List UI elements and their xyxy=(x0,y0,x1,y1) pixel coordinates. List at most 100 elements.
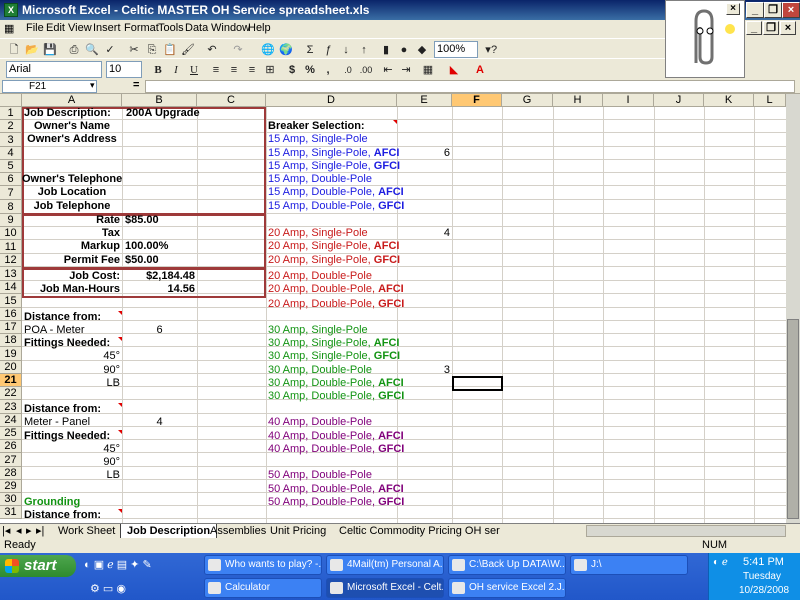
cell-d10[interactable]: 20 Amp, Single-Pole xyxy=(268,227,368,240)
column-header-f[interactable]: F xyxy=(452,94,502,107)
cell-d25[interactable]: 40 Amp, Double-Pole, AFCI xyxy=(268,430,404,443)
font-color-icon[interactable]: A xyxy=(472,62,488,78)
column-header-j[interactable]: J xyxy=(654,94,704,107)
formula-equals[interactable]: = xyxy=(133,79,139,91)
cell-a14[interactable]: Job Man-Hours xyxy=(22,283,120,296)
row-header-8[interactable]: 8 xyxy=(0,200,22,214)
cell-d3[interactable]: 15 Amp, Single-Pole xyxy=(268,133,368,146)
italic-icon[interactable]: I xyxy=(168,62,184,78)
task-microsoft-excel[interactable]: Microsoft Excel - Celt... xyxy=(326,578,444,598)
decrease-indent-icon[interactable]: ⇤ xyxy=(380,62,396,78)
paste-icon[interactable]: 📋 xyxy=(162,42,178,58)
open-icon[interactable]: 📂 xyxy=(24,42,40,58)
row-header-28[interactable]: 28 xyxy=(0,467,22,480)
new-icon[interactable]: 🗋 xyxy=(6,42,22,58)
menu-tools[interactable]: Tools xyxy=(158,22,184,34)
sort-descending-icon[interactable]: ↑ xyxy=(356,42,372,58)
cell-a3[interactable]: Owner's Address xyxy=(22,133,122,146)
row-header-18[interactable]: 18 xyxy=(0,334,22,347)
chart-wizard-icon[interactable]: ▮ xyxy=(378,42,394,58)
name-box-dropdown-icon[interactable]: ▾ xyxy=(90,80,95,91)
spreadsheet-grid[interactable]: A B C D E F G H I J K L 1 2 3 4 5 6 7 8 9 10 11 12 1… xyxy=(0,94,786,523)
row-header-4[interactable]: 4 xyxy=(0,147,22,160)
menu-insert[interactable]: Insert xyxy=(93,22,121,34)
currency-icon[interactable]: $ xyxy=(284,62,300,78)
cell-e10[interactable]: 4 xyxy=(397,227,450,240)
cell-d6[interactable]: 15 Amp, Double-Pole xyxy=(268,173,372,186)
comment-indicator[interactable] xyxy=(118,509,122,513)
percent-icon[interactable]: % xyxy=(302,62,318,78)
horizontal-scrollbar[interactable] xyxy=(586,525,786,537)
cell-a8[interactable]: Job Telephone xyxy=(22,200,122,213)
cell-d12[interactable]: 20 Amp, Single-Pole, GFCI xyxy=(268,254,400,267)
row-header-14[interactable]: 14 xyxy=(0,281,22,294)
row-header-22[interactable]: 22 xyxy=(0,387,22,400)
row-header-26[interactable]: 26 xyxy=(0,440,22,453)
cell-a2[interactable]: Owner's Name xyxy=(22,120,122,133)
select-all-corner[interactable] xyxy=(0,94,22,107)
workbook-minimize-button[interactable]: _ xyxy=(746,21,762,35)
print-preview-icon[interactable]: 🔍 xyxy=(84,42,100,58)
align-center-icon[interactable]: ≡ xyxy=(226,62,242,78)
active-cell-f21[interactable] xyxy=(452,376,503,391)
cell-d2[interactable]: Breaker Selection: xyxy=(268,120,365,133)
row-header-5[interactable]: 5 xyxy=(0,160,22,173)
undo-icon[interactable]: ↶ xyxy=(204,42,220,58)
row-header-15[interactable]: 15 xyxy=(0,294,22,308)
row-header-19[interactable]: 19 xyxy=(0,347,22,361)
column-header-k[interactable]: K xyxy=(704,94,754,107)
cell-a20[interactable]: 90° xyxy=(22,364,120,377)
map-icon[interactable]: ● xyxy=(396,42,412,58)
cell-d22[interactable]: 30 Amp, Double-Pole, GFCI xyxy=(268,390,404,403)
next-sheet-icon[interactable]: ▸ xyxy=(26,524,32,537)
row-header-24[interactable]: 24 xyxy=(0,414,22,427)
column-header-g[interactable]: G xyxy=(502,94,553,107)
close-button[interactable]: × xyxy=(782,2,800,18)
sort-ascending-icon[interactable]: ↓ xyxy=(338,42,354,58)
function-icon[interactable]: ƒ xyxy=(320,42,336,58)
cell-a9[interactable]: Rate xyxy=(22,214,120,227)
cell-b13[interactable]: $2,184.48 xyxy=(122,270,195,283)
tab-job-description[interactable]: Job Description xyxy=(120,524,218,538)
task-who-wants-to-play[interactable]: Who wants to play? -... xyxy=(204,555,322,575)
workbook-close-button[interactable]: × xyxy=(780,21,796,35)
cell-b9[interactable]: $85.00 xyxy=(125,214,159,227)
row-header-7[interactable]: 7 xyxy=(0,186,22,200)
row-header-10[interactable]: 10 xyxy=(0,227,22,240)
cell-d14[interactable]: 20 Amp, Double-Pole, AFCI xyxy=(268,283,404,296)
cell-e4[interactable]: 6 xyxy=(397,147,450,160)
row-header-17[interactable]: 17 xyxy=(0,321,22,334)
cell-d18[interactable]: 30 Amp, Single-Pole, AFCI xyxy=(268,337,399,350)
menu-data[interactable]: Data xyxy=(185,22,208,34)
menu-window[interactable]: Window xyxy=(211,22,250,34)
row-header-2[interactable]: 2 xyxy=(0,120,22,133)
row-header-9[interactable]: 9 xyxy=(0,214,22,227)
font-name-select[interactable]: Arial xyxy=(6,61,102,78)
tab-unit-pricing[interactable]: Unit Pricing xyxy=(264,524,332,538)
cell-d24[interactable]: 40 Amp, Double-Pole xyxy=(268,416,372,429)
cell-a13[interactable]: Job Cost: xyxy=(22,270,120,283)
task-4mail[interactable]: 4Mail(tm) Personal A... xyxy=(326,555,444,575)
column-header-i[interactable]: I xyxy=(603,94,654,107)
cell-a10[interactable]: Tax xyxy=(22,227,120,240)
row-header-1[interactable]: 1 xyxy=(0,107,22,120)
menu-file[interactable]: File xyxy=(26,22,44,34)
cell-d19[interactable]: 30 Amp, Single-Pole, GFCI xyxy=(268,350,400,363)
font-size-select[interactable]: 10 xyxy=(106,61,142,78)
fill-color-icon[interactable]: ◣ xyxy=(446,62,462,78)
underline-icon[interactable]: U xyxy=(186,62,202,78)
cell-a6[interactable]: Owner's Telephone xyxy=(22,173,122,186)
cell-d29[interactable]: 50 Amp, Double-Pole, AFCI xyxy=(268,483,404,496)
zoom-select[interactable]: 100% xyxy=(434,41,478,58)
web-toolbar-icon[interactable]: 🌍 xyxy=(278,42,294,58)
cell-d5[interactable]: 15 Amp, Single-Pole, GFCI xyxy=(268,160,400,173)
borders-icon[interactable]: ▦ xyxy=(420,62,436,78)
row-header-31[interactable]: 31 xyxy=(0,506,22,519)
cell-d8[interactable]: 15 Amp, Double-Pole, GFCI xyxy=(268,200,404,213)
align-right-icon[interactable]: ≡ xyxy=(244,62,260,78)
task-backup-folder[interactable]: C:\Back Up DATA\W... xyxy=(448,555,566,575)
copy-icon[interactable]: ⎘ xyxy=(144,42,160,58)
cell-d7[interactable]: 15 Amp, Double-Pole, AFCI xyxy=(268,186,404,199)
menu-view[interactable]: View xyxy=(68,22,92,34)
redo-icon[interactable]: ↷ xyxy=(230,42,246,58)
